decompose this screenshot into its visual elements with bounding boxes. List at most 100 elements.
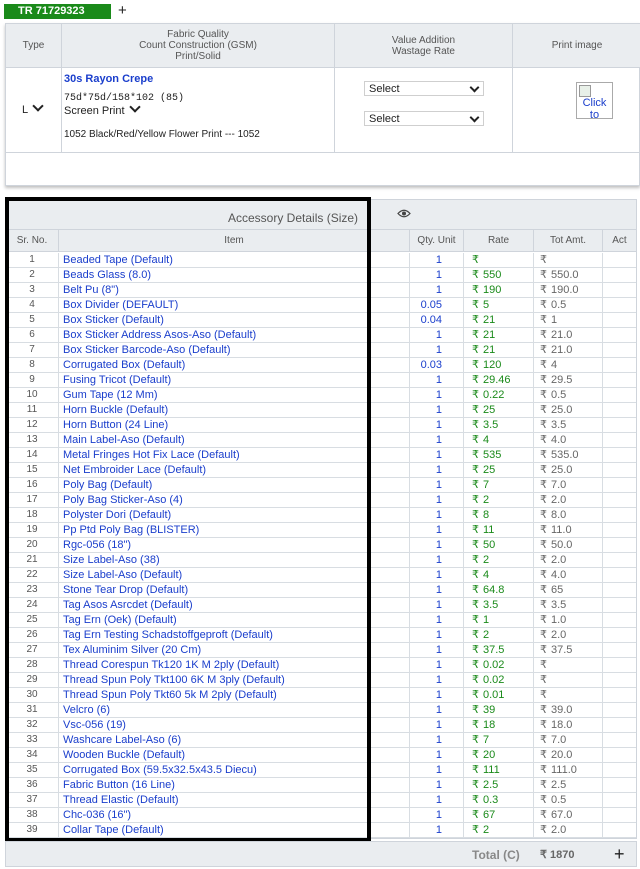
rate-value[interactable]: ₹0.01: [464, 688, 534, 702]
rate-value[interactable]: ₹2: [464, 823, 534, 837]
item-link[interactable]: Thread Elastic (Default): [59, 793, 410, 807]
rate-value[interactable]: ₹2.5: [464, 778, 534, 792]
rate-value[interactable]: ₹8: [464, 508, 534, 522]
item-link[interactable]: Corrugated Box (59.5x32.5x43.5 Diecu): [59, 763, 410, 777]
qty-value[interactable]: 1: [410, 388, 464, 402]
item-link[interactable]: Thread Spun Poly Tkt60 5k M 2ply (Defaul…: [59, 688, 410, 702]
item-link[interactable]: Net Embroider Lace (Default): [59, 463, 410, 477]
item-link[interactable]: Gum Tape (12 Mm): [59, 388, 410, 402]
rate-value[interactable]: ₹0.02: [464, 673, 534, 687]
print-image-link[interactable]: Click to: [576, 82, 613, 119]
item-link[interactable]: Main Label-Aso (Default): [59, 433, 410, 447]
rate-value[interactable]: ₹1: [464, 613, 534, 627]
qty-value[interactable]: 1: [410, 253, 464, 267]
qty-value[interactable]: 1: [410, 823, 464, 837]
rate-value[interactable]: ₹29.46: [464, 373, 534, 387]
qty-value[interactable]: 1: [410, 373, 464, 387]
qty-value[interactable]: 1: [410, 643, 464, 657]
qty-value[interactable]: 1: [410, 703, 464, 717]
add-tab-button[interactable]: +: [118, 3, 127, 19]
qty-value[interactable]: 0.03: [410, 358, 464, 372]
qty-value[interactable]: 1: [410, 328, 464, 342]
wastage-rate-select[interactable]: Select: [364, 111, 484, 126]
rate-value[interactable]: ₹2: [464, 553, 534, 567]
rate-value[interactable]: ₹120: [464, 358, 534, 372]
item-link[interactable]: Rgc-056 (18"): [59, 538, 410, 552]
rate-value[interactable]: ₹18: [464, 718, 534, 732]
rate-value[interactable]: ₹111: [464, 763, 534, 777]
qty-value[interactable]: 1: [410, 403, 464, 417]
rate-value[interactable]: ₹11: [464, 523, 534, 537]
item-link[interactable]: Box Divider (DEFAULT): [59, 298, 410, 312]
item-link[interactable]: Wooden Buckle (Default): [59, 748, 410, 762]
qty-value[interactable]: 1: [410, 718, 464, 732]
item-link[interactable]: Horn Buckle (Default): [59, 403, 410, 417]
rate-value[interactable]: ₹21: [464, 313, 534, 327]
rate-value[interactable]: ₹4: [464, 433, 534, 447]
item-link[interactable]: Beaded Tape (Default): [59, 253, 410, 267]
rate-value[interactable]: ₹5: [464, 298, 534, 312]
qty-value[interactable]: 1: [410, 523, 464, 537]
print-type-select[interactable]: Screen Print: [64, 101, 141, 117]
qty-value[interactable]: 0.04: [410, 313, 464, 327]
qty-value[interactable]: 1: [410, 598, 464, 612]
qty-value[interactable]: 0.05: [410, 298, 464, 312]
qty-value[interactable]: 1: [410, 778, 464, 792]
item-link[interactable]: Tag Ern Testing Schadstoffgeproft (Defau…: [59, 628, 410, 642]
rate-value[interactable]: ₹550: [464, 268, 534, 282]
item-link[interactable]: Size Label-Aso (Default): [59, 568, 410, 582]
item-link[interactable]: Box Sticker Barcode-Aso (Default): [59, 343, 410, 357]
item-link[interactable]: Size Label-Aso (38): [59, 553, 410, 567]
rate-value[interactable]: ₹: [464, 253, 534, 267]
item-link[interactable]: Velcro (6): [59, 703, 410, 717]
rate-value[interactable]: ₹20: [464, 748, 534, 762]
qty-value[interactable]: 1: [410, 508, 464, 522]
qty-value[interactable]: 1: [410, 343, 464, 357]
qty-value[interactable]: 1: [410, 268, 464, 282]
rate-value[interactable]: ₹25: [464, 403, 534, 417]
qty-value[interactable]: 1: [410, 733, 464, 747]
item-link[interactable]: Fusing Tricot (Default): [59, 373, 410, 387]
rate-value[interactable]: ₹2: [464, 628, 534, 642]
item-link[interactable]: Horn Button (24 Line): [59, 418, 410, 432]
qty-value[interactable]: 1: [410, 658, 464, 672]
item-link[interactable]: Thread Spun Poly Tkt100 6K M 3ply (Defau…: [59, 673, 410, 687]
rate-value[interactable]: ₹21: [464, 328, 534, 342]
rate-value[interactable]: ₹0.3: [464, 793, 534, 807]
rate-value[interactable]: ₹0.22: [464, 388, 534, 402]
item-link[interactable]: Corrugated Box (Default): [59, 358, 410, 372]
qty-value[interactable]: 1: [410, 688, 464, 702]
item-link[interactable]: Tex Aluminim Silver (20 Cm): [59, 643, 410, 657]
qty-value[interactable]: 1: [410, 433, 464, 447]
qty-value[interactable]: 1: [410, 613, 464, 627]
rate-value[interactable]: ₹64.8: [464, 583, 534, 597]
qty-value[interactable]: 1: [410, 568, 464, 582]
item-link[interactable]: Fabric Button (16 Line): [59, 778, 410, 792]
eye-icon[interactable]: [397, 209, 411, 218]
item-link[interactable]: Belt Pu (8"): [59, 283, 410, 297]
qty-value[interactable]: 1: [410, 628, 464, 642]
qty-value[interactable]: 1: [410, 793, 464, 807]
qty-value[interactable]: 1: [410, 748, 464, 762]
item-link[interactable]: Collar Tape (Default): [59, 823, 410, 837]
type-select[interactable]: L: [22, 100, 44, 116]
item-link[interactable]: Metal Fringes Hot Fix Lace (Default): [59, 448, 410, 462]
item-link[interactable]: Washcare Label-Aso (6): [59, 733, 410, 747]
item-link[interactable]: Polyster Dori (Default): [59, 508, 410, 522]
rate-value[interactable]: ₹3.5: [464, 418, 534, 432]
item-link[interactable]: Vsc-056 (19): [59, 718, 410, 732]
qty-value[interactable]: 1: [410, 808, 464, 822]
rate-value[interactable]: ₹190: [464, 283, 534, 297]
item-link[interactable]: Stone Tear Drop (Default): [59, 583, 410, 597]
item-link[interactable]: Box Sticker (Default): [59, 313, 410, 327]
tab-tr-order[interactable]: TR 71729323: [4, 4, 111, 19]
item-link[interactable]: Poly Bag Sticker-Aso (4): [59, 493, 410, 507]
value-addition-select[interactable]: Select: [364, 81, 484, 96]
item-link[interactable]: Tag Asos Asrcdet (Default): [59, 598, 410, 612]
item-link[interactable]: Tag Ern (Oek) (Default): [59, 613, 410, 627]
item-link[interactable]: Pp Ptd Poly Bag (BLISTER): [59, 523, 410, 537]
item-link[interactable]: Chc-036 (16"): [59, 808, 410, 822]
qty-value[interactable]: 1: [410, 418, 464, 432]
rate-value[interactable]: ₹25: [464, 463, 534, 477]
rate-value[interactable]: ₹535: [464, 448, 534, 462]
